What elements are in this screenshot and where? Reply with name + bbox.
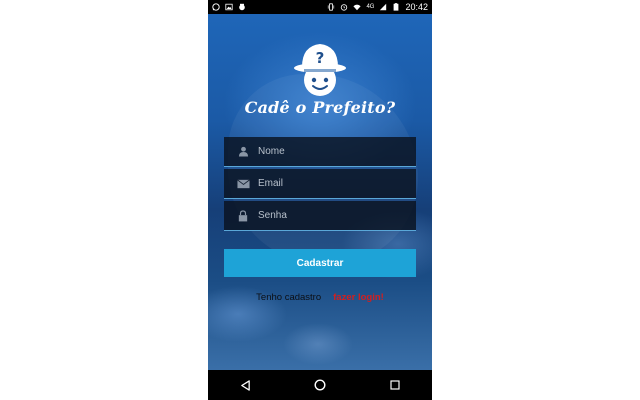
wifi-icon <box>353 4 362 11</box>
signup-screen: ? Cadê o Prefeito? Nome Email Cadastrar … <box>208 14 432 370</box>
name-input[interactable] <box>258 146 398 157</box>
back-triangle-icon <box>241 379 250 391</box>
user-icon <box>236 145 250 159</box>
lock-icon <box>236 209 250 223</box>
home-circle-icon <box>314 379 326 391</box>
email-field[interactable] <box>224 169 416 199</box>
whatsapp-icon <box>212 3 220 11</box>
login-prompt: Tenho cadastro fazer login! <box>208 292 432 303</box>
status-bar: 4G 20:42 <box>208 0 432 14</box>
network-type: 4G <box>366 4 375 10</box>
email-input[interactable] <box>258 178 398 189</box>
home-button[interactable] <box>310 375 330 395</box>
password-input[interactable] <box>258 210 398 221</box>
app-icon <box>239 3 245 11</box>
alarm-icon <box>341 4 348 11</box>
recents-square-icon <box>390 380 400 390</box>
phone-frame: 4G 20:42 ? Cadê o Prefeito? Nome Email C… <box>208 0 432 400</box>
mayor-face-logo: ? <box>294 44 346 96</box>
signup-button[interactable]: Cadastrar <box>224 249 416 277</box>
envelope-icon <box>236 177 250 191</box>
navigation-bar <box>208 370 432 400</box>
battery-icon <box>394 3 399 11</box>
login-prompt-text: Tenho cadastro <box>256 292 322 303</box>
back-button[interactable] <box>235 375 255 395</box>
password-field[interactable] <box>224 201 416 231</box>
recents-button[interactable] <box>385 375 405 395</box>
name-field[interactable] <box>224 137 416 167</box>
status-bar-right: 4G 20:42 <box>327 2 428 12</box>
status-time: 20:42 <box>405 2 428 12</box>
image-icon <box>225 3 233 11</box>
signal-icon <box>380 3 387 11</box>
login-link[interactable]: fazer login! <box>333 292 384 303</box>
app-title: Cadê o Prefeito? <box>244 98 396 117</box>
status-bar-left <box>212 3 246 11</box>
vibrate-icon <box>328 3 335 11</box>
logo-question-mark: ? <box>316 49 325 67</box>
